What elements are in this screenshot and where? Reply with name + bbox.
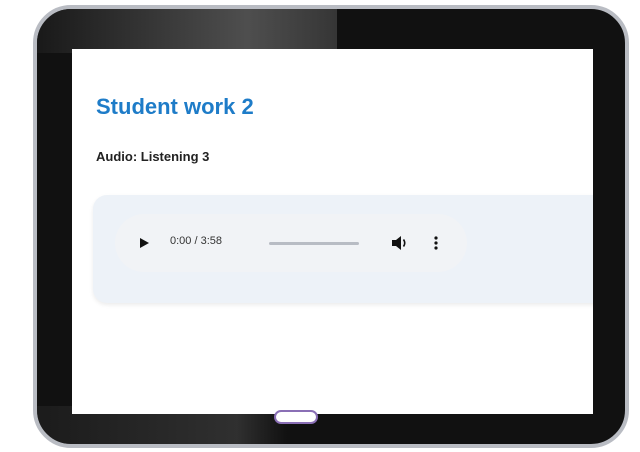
play-icon[interactable]	[137, 236, 151, 250]
audio-panel: 0:00 / 3:58	[93, 195, 593, 303]
time-display: 0:00 / 3:58	[170, 235, 222, 247]
page-title: Student work 2	[96, 94, 254, 119]
tablet-frame: Student work 2 Audio: Listening 3 0:00 /…	[33, 5, 629, 448]
audio-section-label: Audio: Listening 3	[96, 149, 210, 164]
progress-slider[interactable]	[269, 242, 359, 245]
home-button[interactable]	[274, 410, 318, 424]
volume-icon[interactable]	[391, 235, 409, 251]
bezel-glare	[37, 9, 337, 53]
audio-player[interactable]: 0:00 / 3:58	[115, 214, 467, 272]
more-vertical-icon[interactable]	[432, 235, 440, 251]
tablet-screen: Student work 2 Audio: Listening 3 0:00 /…	[72, 49, 593, 414]
